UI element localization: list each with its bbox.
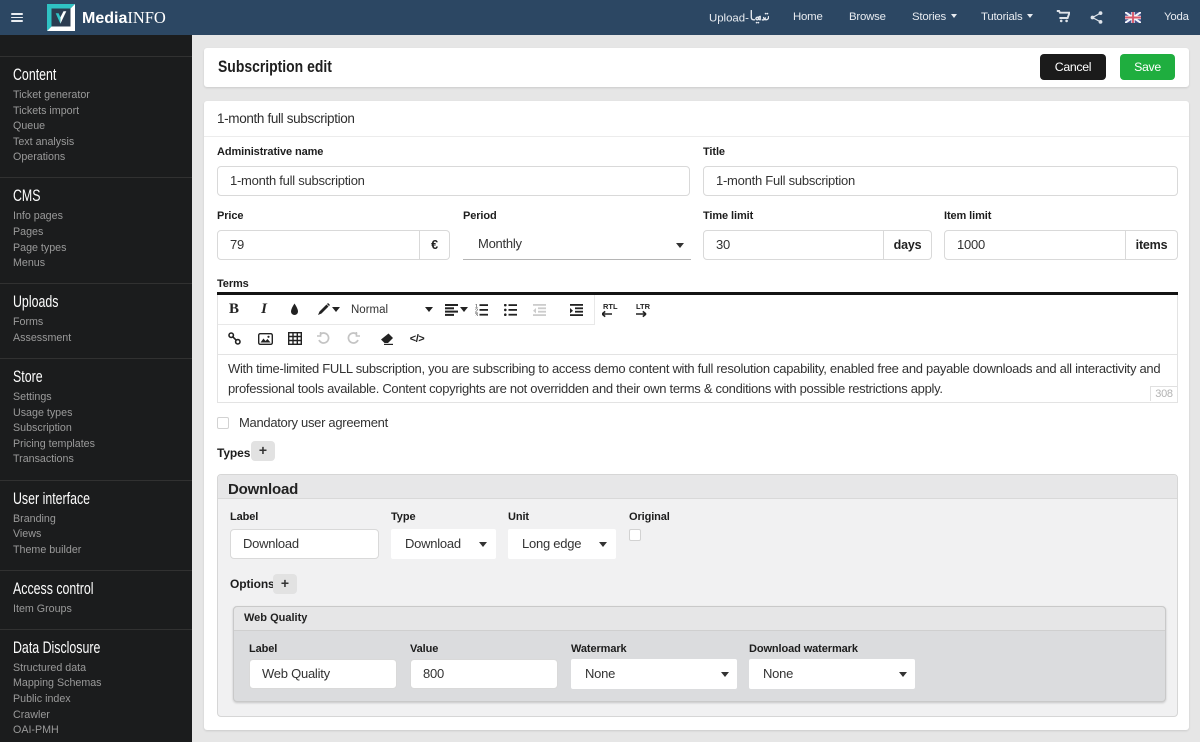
svg-text:3: 3 — [475, 313, 478, 316]
svg-text:LTR: LTR — [636, 302, 651, 311]
svg-text:RTL: RTL — [603, 302, 618, 311]
